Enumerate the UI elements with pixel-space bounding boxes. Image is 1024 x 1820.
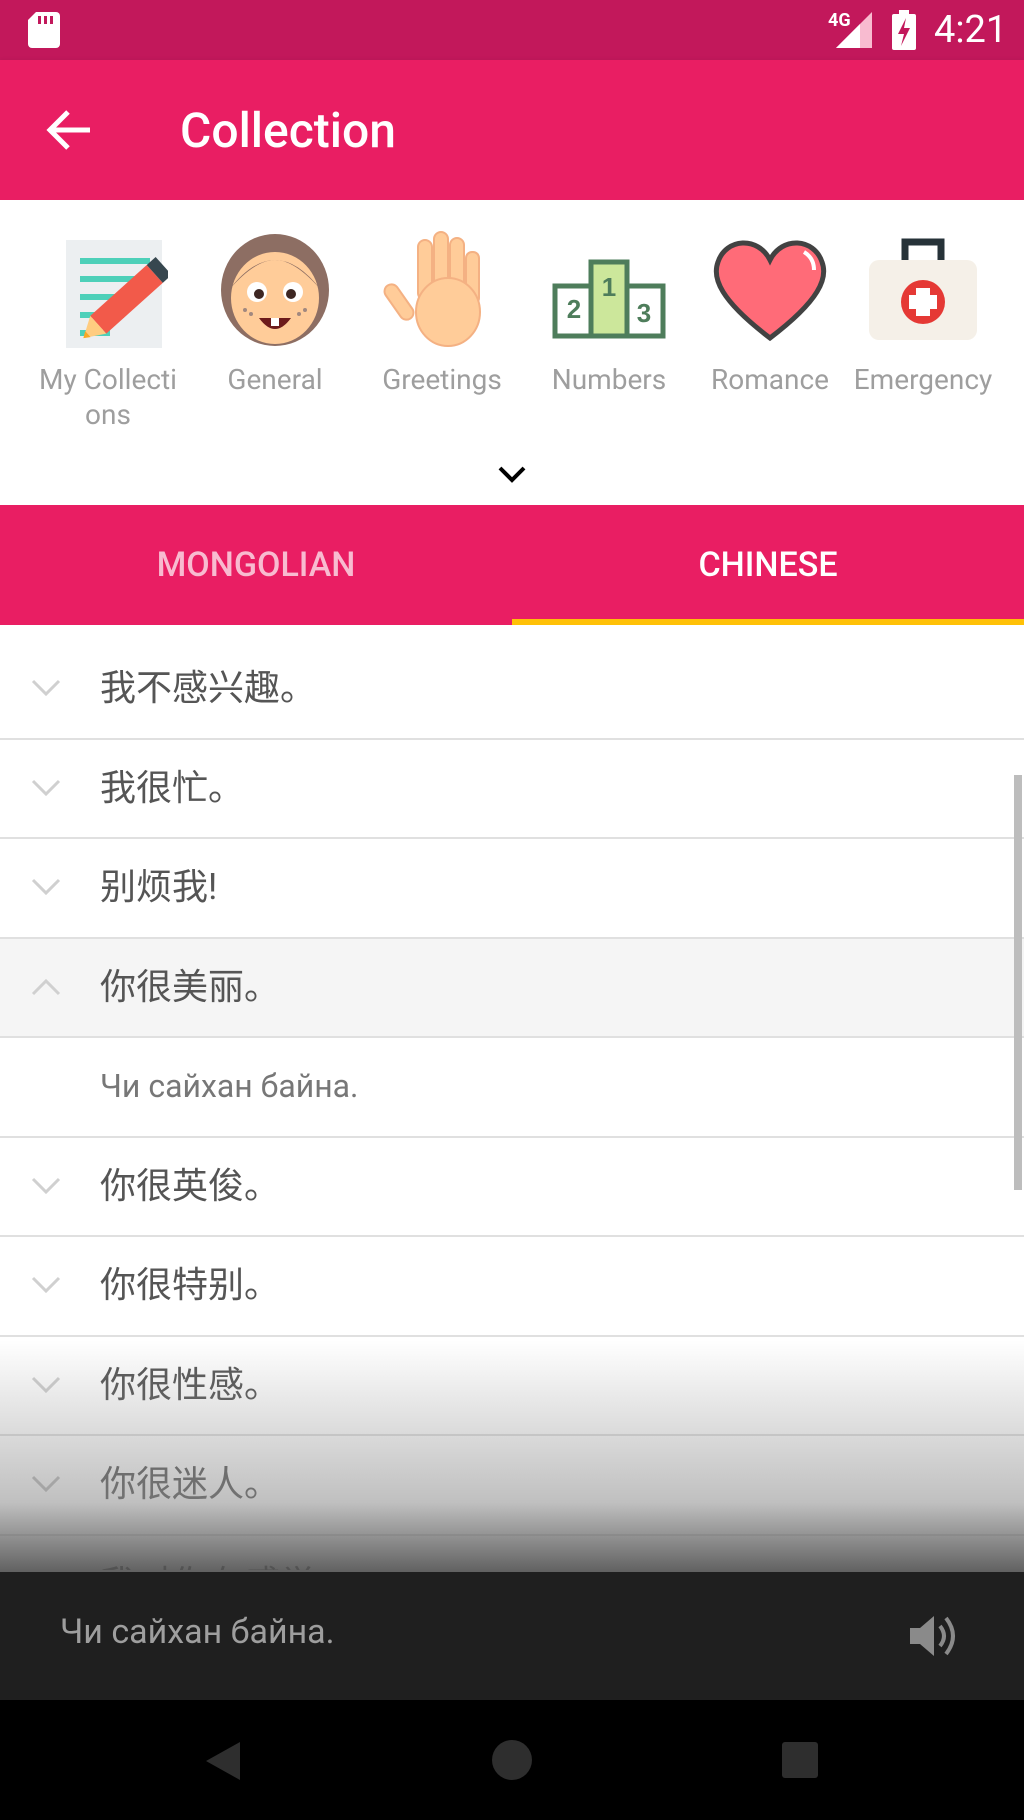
speaker-icon[interactable] bbox=[906, 1610, 960, 1662]
phrase-text: 别烦我! bbox=[100, 866, 218, 908]
chevron-down-icon bbox=[31, 779, 61, 796]
heart-icon bbox=[713, 240, 827, 342]
category-label: Numbers bbox=[551, 363, 667, 396]
category-label: Greetings bbox=[382, 363, 502, 396]
chevron-down-icon bbox=[31, 1376, 61, 1393]
phrase-list: 我不感兴趣。 我很忙。 别烦我! 你很美丽。 Чи сайхан байна. … bbox=[0, 640, 1024, 1570]
chevron-down-icon bbox=[31, 679, 61, 697]
tab-chinese[interactable]: CHINESE bbox=[512, 505, 1024, 625]
girl-face-icon bbox=[221, 234, 329, 346]
list-item[interactable]: 别烦我! bbox=[0, 839, 1024, 939]
language-tabs: MONGOLIAN CHINESE bbox=[0, 505, 1024, 625]
scrollbar[interactable] bbox=[1014, 775, 1022, 1190]
list-item[interactable]: 你很性感。 bbox=[0, 1337, 1024, 1436]
phrase-text: 我很忙。 bbox=[100, 766, 245, 809]
system-nav-bar bbox=[0, 1700, 1024, 1820]
sd-card-icon bbox=[28, 12, 60, 48]
tab-indicator bbox=[512, 619, 1024, 625]
podium-icon: 2 1 3 bbox=[552, 259, 666, 339]
category-label: Emergency bbox=[853, 363, 993, 396]
category-emergency[interactable]: Emergency bbox=[848, 230, 998, 430]
chevron-up-icon bbox=[31, 978, 61, 995]
waving-hand-icon bbox=[383, 231, 481, 347]
list-item[interactable]: 我不感兴趣。 bbox=[0, 640, 1024, 740]
chevron-down-icon[interactable] bbox=[496, 462, 528, 488]
category-greetings[interactable]: Greetings bbox=[367, 230, 517, 430]
first-aid-kit-icon bbox=[869, 238, 977, 340]
translation-row[interactable]: Чи сайхан байна. bbox=[0, 1038, 1024, 1138]
svg-text:3: 3 bbox=[637, 298, 651, 328]
phrase-text: 我不感兴趣。 bbox=[100, 667, 317, 709]
svg-text:2: 2 bbox=[567, 294, 581, 324]
nav-home-icon[interactable] bbox=[490, 1738, 534, 1782]
category-numbers[interactable]: 2 1 3 Numbers bbox=[534, 230, 684, 430]
phrase-text: 你很英俊。 bbox=[100, 1164, 281, 1207]
category-label: Romance bbox=[711, 363, 829, 396]
battery-charging-icon bbox=[892, 10, 916, 50]
list-item[interactable]: 你很迷人。 bbox=[0, 1436, 1024, 1536]
translation-text: Чи сайхан байна. bbox=[100, 1067, 359, 1105]
category-label: General bbox=[227, 363, 323, 396]
list-item[interactable]: 你很特别。 bbox=[0, 1237, 1024, 1337]
status-bar: 4G 4:21 bbox=[0, 0, 1024, 60]
signal-icon bbox=[836, 12, 872, 48]
list-item[interactable]: 你很英俊。 bbox=[0, 1138, 1024, 1237]
app-bar: Collection bbox=[0, 60, 1024, 200]
page-title: Collection bbox=[180, 102, 396, 159]
chevron-down-icon bbox=[31, 878, 61, 896]
list-item[interactable]: 我对你有感觉。 bbox=[0, 1536, 1024, 1571]
list-item[interactable]: 我很忙。 bbox=[0, 740, 1024, 839]
phrase-text: 你很特别。 bbox=[100, 1264, 281, 1306]
player-text: Чи сайхан байна. bbox=[60, 1612, 335, 1652]
audio-player-bar: Чи сайхан байна. bbox=[0, 1572, 1024, 1700]
category-strip: My Collections General Greetings 2 1 3 N… bbox=[0, 200, 1024, 505]
back-arrow-icon[interactable] bbox=[40, 100, 100, 160]
phrase-text: 我对你有感觉。 bbox=[100, 1560, 352, 1571]
chevron-down-icon bbox=[31, 1177, 61, 1194]
phrase-text: 你很美丽。 bbox=[100, 965, 281, 1008]
category-label: My Collections bbox=[39, 363, 177, 431]
list-item-expanded[interactable]: 你很美丽。 bbox=[0, 938, 1024, 1038]
category-my-collections[interactable]: My Collections bbox=[33, 230, 183, 431]
phrase-text: 你很迷人。 bbox=[100, 1463, 281, 1505]
chevron-down-icon bbox=[31, 1475, 61, 1493]
clock: 4:21 bbox=[934, 8, 1008, 52]
phrase-text: 你很性感。 bbox=[100, 1363, 281, 1406]
notepad-pencil-icon bbox=[66, 240, 168, 348]
chevron-down-icon bbox=[31, 1276, 61, 1294]
svg-text:1: 1 bbox=[602, 272, 616, 302]
category-romance[interactable]: Romance bbox=[695, 230, 845, 430]
nav-back-icon[interactable] bbox=[200, 1738, 246, 1784]
nav-recents-icon[interactable] bbox=[780, 1740, 820, 1780]
tab-mongolian[interactable]: MONGOLIAN bbox=[0, 505, 512, 625]
category-general[interactable]: General bbox=[200, 230, 350, 430]
